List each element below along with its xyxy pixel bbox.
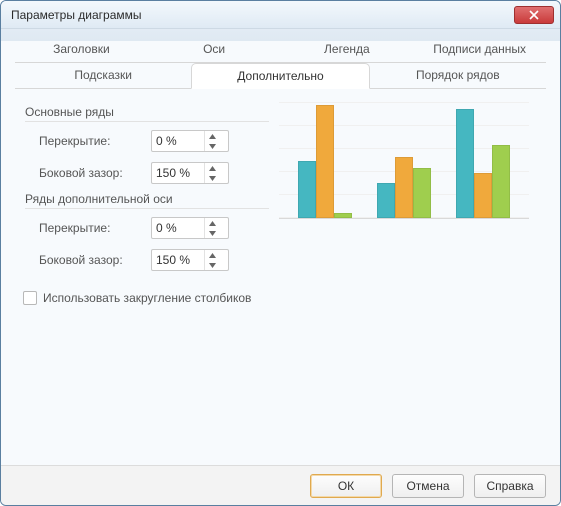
- rounded-columns-checkbox[interactable]: [23, 291, 37, 305]
- tabs: Заголовки Оси Легенда Подписи данных Под…: [15, 37, 546, 89]
- bar-group: [372, 157, 436, 218]
- bar: [316, 105, 334, 218]
- bar: [492, 145, 510, 218]
- ok-button[interactable]: ОК: [310, 474, 382, 498]
- gap-secondary-input[interactable]: [152, 250, 204, 270]
- bar: [395, 157, 413, 218]
- bar: [474, 173, 492, 218]
- bar-group: [293, 105, 357, 218]
- bar: [334, 213, 352, 218]
- tab-body: Основные ряды Перекрытие: Боковой зазор:: [15, 89, 546, 465]
- chart-plot-area: [279, 101, 529, 219]
- rounded-columns-label: Использовать закругление столбиков: [43, 291, 251, 305]
- tab-axes[interactable]: Оси: [148, 37, 281, 62]
- chart-preview: [279, 101, 529, 231]
- tab-legend[interactable]: Легенда: [281, 37, 414, 62]
- group-secondary-series: Ряды дополнительной оси: [25, 192, 269, 209]
- spin-down[interactable]: [205, 173, 220, 183]
- close-icon: [529, 10, 539, 20]
- overlap-secondary-spinner[interactable]: [151, 217, 229, 239]
- dialog-content: Заголовки Оси Легенда Подписи данных Под…: [1, 29, 560, 465]
- spinner-buttons: [204, 131, 220, 151]
- bar: [413, 168, 431, 218]
- gap-label: Боковой зазор:: [39, 166, 151, 180]
- tab-headers[interactable]: Заголовки: [15, 37, 148, 62]
- spin-down[interactable]: [205, 141, 220, 151]
- gap-secondary-spinner[interactable]: [151, 249, 229, 271]
- spinner-buttons: [204, 163, 220, 183]
- tab-series-order[interactable]: Порядок рядов: [370, 63, 546, 88]
- tab-data-labels[interactable]: Подписи данных: [413, 37, 546, 62]
- tab-tooltips[interactable]: Подсказки: [15, 63, 191, 88]
- bar: [456, 109, 474, 218]
- overlap-label: Перекрытие:: [39, 134, 151, 148]
- field-gap-main: Боковой зазор:: [39, 160, 269, 186]
- rounded-columns-row: Использовать закругление столбиков: [23, 291, 269, 305]
- dialog-window: Параметры диаграммы Заголовки Оси Легенд…: [0, 0, 561, 506]
- field-overlap-secondary: Перекрытие:: [39, 215, 269, 241]
- spin-up[interactable]: [205, 131, 220, 141]
- chart-preview-column: [279, 101, 540, 459]
- tabs-row-1: Заголовки Оси Легенда Подписи данных: [15, 37, 546, 63]
- spin-down[interactable]: [205, 260, 220, 270]
- window-title: Параметры диаграммы: [11, 8, 514, 22]
- spin-up[interactable]: [205, 163, 220, 173]
- dialog-footer: ОК Отмена Справка: [1, 465, 560, 505]
- tabs-row-2: Подсказки Дополнительно Порядок рядов: [15, 63, 546, 89]
- spin-up[interactable]: [205, 250, 220, 260]
- cancel-button[interactable]: Отмена: [392, 474, 464, 498]
- gap-label-2: Боковой зазор:: [39, 253, 151, 267]
- bar: [298, 161, 316, 218]
- spinner-buttons: [204, 250, 220, 270]
- bar: [377, 183, 395, 218]
- overlap-secondary-input[interactable]: [152, 218, 204, 238]
- field-overlap-main: Перекрытие:: [39, 128, 269, 154]
- titlebar: Параметры диаграммы: [1, 1, 560, 29]
- spin-up[interactable]: [205, 218, 220, 228]
- gap-main-spinner[interactable]: [151, 162, 229, 184]
- field-gap-secondary: Боковой зазор:: [39, 247, 269, 273]
- group-main-series: Основные ряды: [25, 105, 269, 122]
- bar-group: [451, 109, 515, 218]
- overlap-main-input[interactable]: [152, 131, 204, 151]
- spinner-buttons: [204, 218, 220, 238]
- spin-down[interactable]: [205, 228, 220, 238]
- overlap-label-2: Перекрытие:: [39, 221, 151, 235]
- help-button[interactable]: Справка: [474, 474, 546, 498]
- tab-advanced[interactable]: Дополнительно: [191, 63, 369, 89]
- gap-main-input[interactable]: [152, 163, 204, 183]
- form-column: Основные ряды Перекрытие: Боковой зазор:: [21, 101, 269, 459]
- close-button[interactable]: [514, 6, 554, 24]
- overlap-main-spinner[interactable]: [151, 130, 229, 152]
